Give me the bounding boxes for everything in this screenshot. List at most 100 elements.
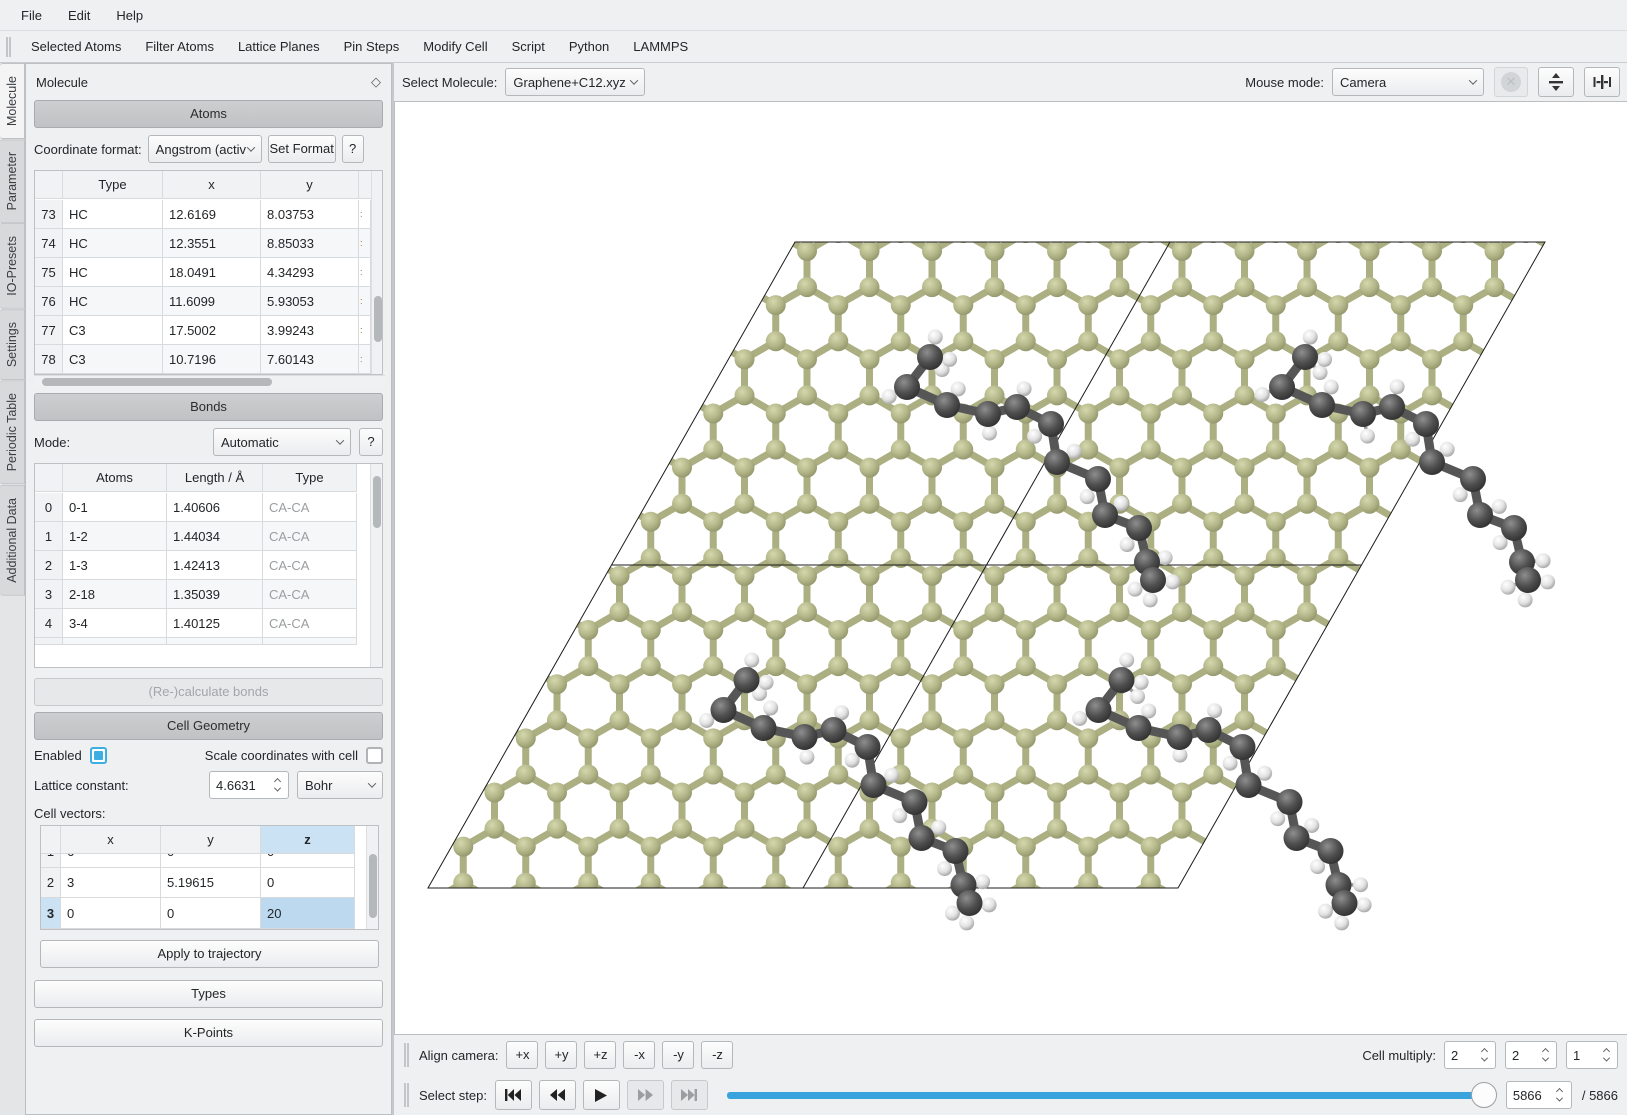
toolbar-modify-cell[interactable]: Modify Cell — [411, 33, 499, 60]
table-cell[interactable]: CA-CA — [263, 522, 357, 551]
panel-collapse-icon[interactable]: ◇ — [371, 74, 381, 90]
kpoints-button[interactable]: K-Points — [34, 1019, 383, 1047]
row-header[interactable]: 2 — [35, 551, 63, 580]
table-cell[interactable]: 0 — [261, 854, 355, 868]
table-cell[interactable]: 12.3551 — [163, 229, 261, 258]
toolbar-drag-handle[interactable] — [6, 37, 11, 57]
align-plus-y-button[interactable]: +y — [545, 1041, 577, 1069]
table-cell[interactable]: 17.5002 — [163, 316, 261, 345]
atoms-col-x[interactable]: x — [163, 171, 261, 199]
side-tab-parameter[interactable]: Parameter — [0, 139, 25, 223]
coordinate-format-dropdown[interactable]: Angstrom (activ — [148, 135, 262, 163]
table-cell[interactable]: 0 — [261, 868, 355, 898]
toolbar-filter-atoms[interactable]: Filter Atoms — [133, 33, 226, 60]
table-cell[interactable]: 1-2 — [63, 522, 167, 551]
cell-multiply-y-spinbox[interactable]: 2 — [1505, 1041, 1557, 1069]
toolbar-pin-steps[interactable]: Pin Steps — [332, 33, 412, 60]
table-cell[interactable]: 10.7196 — [163, 345, 261, 374]
table-cell[interactable]: 4.34293 — [261, 258, 359, 287]
row-header[interactable]: 74 — [35, 229, 63, 258]
table-cell[interactable]: 12.6169 — [163, 200, 261, 229]
toolbar-lattice-planes[interactable]: Lattice Planes — [226, 33, 332, 60]
menu-help[interactable]: Help — [103, 4, 156, 27]
lattice-constant-spinbox[interactable]: 4.6631 — [209, 771, 289, 799]
step-spinbox[interactable]: 5866 — [1506, 1081, 1572, 1109]
table-cell[interactable]: 1-3 — [63, 551, 167, 580]
table-cell[interactable]: 3.99243 — [261, 316, 359, 345]
row-header[interactable]: 1 — [41, 854, 61, 868]
table-cell[interactable]: C3 — [63, 345, 163, 374]
row-header[interactable]: 2 — [41, 868, 61, 898]
atoms-table-hscrollbar[interactable] — [34, 375, 385, 387]
row-header[interactable]: 73 — [35, 200, 63, 229]
vectors-col-y[interactable]: y — [161, 826, 261, 854]
toolbar-lammps[interactable]: LAMMPS — [621, 33, 700, 60]
align-plus-x-button[interactable]: +x — [506, 1041, 538, 1069]
table-cell[interactable]: 1.40606 — [167, 493, 263, 522]
table-cell[interactable]: 1.40125 — [167, 609, 263, 638]
table-cell[interactable]: C3 — [63, 316, 163, 345]
menu-edit[interactable]: Edit — [55, 4, 103, 27]
table-cell[interactable]: CA-CA — [263, 551, 357, 580]
table-cell[interactable]: 1.35039 — [167, 580, 263, 609]
table-cell[interactable]: CA-CA — [263, 609, 357, 638]
table-cell[interactable]: 1.44034 — [167, 522, 263, 551]
step-slider[interactable] — [727, 1092, 1484, 1099]
table-cell[interactable]: 3-4 — [63, 609, 167, 638]
molecule-3d-viewport[interactable] — [394, 101, 1627, 1035]
table-cell[interactable]: 0 — [161, 854, 261, 868]
bonds-col-atoms[interactable]: Atoms — [63, 464, 167, 492]
row-header[interactable]: 1 — [35, 522, 63, 551]
table-cell[interactable]: 0-1 — [63, 493, 167, 522]
table-cell[interactable]: 0 — [161, 898, 261, 929]
bonds-help-button[interactable]: ? — [359, 428, 383, 456]
apply-to-trajectory-button[interactable]: Apply to trajectory — [40, 940, 379, 968]
table-cell[interactable]: HC — [63, 200, 163, 229]
table-cell[interactable]: HC — [63, 287, 163, 316]
bond-mode-dropdown[interactable]: Automatic — [213, 428, 351, 456]
align-plus-z-button[interactable]: +z — [584, 1041, 616, 1069]
step-rewind-button[interactable] — [539, 1080, 576, 1110]
align-minus-y-button[interactable]: -y — [662, 1041, 694, 1069]
table-cell[interactable]: 8.85033 — [261, 229, 359, 258]
cell-multiply-x-spinbox[interactable]: 2 — [1444, 1041, 1496, 1069]
mouse-mode-dropdown[interactable]: Camera — [1332, 68, 1484, 96]
table-cell[interactable]: 3 — [61, 868, 161, 898]
table-cell[interactable]: HC — [63, 229, 163, 258]
table-cell[interactable]: 6 — [61, 854, 161, 868]
step-last-button[interactable] — [671, 1080, 708, 1110]
set-format-button[interactable]: Set Format — [268, 135, 336, 163]
row-header[interactable]: 76 — [35, 287, 63, 316]
split-view-vertical-button[interactable] — [1584, 67, 1620, 97]
table-cell[interactable]: 0 — [61, 898, 161, 929]
toolbar-selected-atoms[interactable]: Selected Atoms — [19, 33, 133, 60]
bonds-col-type[interactable]: Type — [263, 464, 357, 492]
recalculate-bonds-button[interactable]: (Re-)calculate bonds — [34, 678, 383, 706]
row-header[interactable]: 4 — [35, 609, 63, 638]
table-cell[interactable]: 7.60143 — [261, 345, 359, 374]
atoms-section-button[interactable]: Atoms — [34, 100, 383, 128]
types-button[interactable]: Types — [34, 980, 383, 1008]
cell-geometry-section-button[interactable]: Cell Geometry — [34, 712, 383, 740]
scale-coordinates-checkbox[interactable] — [366, 747, 383, 764]
select-molecule-dropdown[interactable]: Graphene+C12.xyz — [505, 68, 645, 96]
row-header[interactable]: 3 — [35, 580, 63, 609]
vectors-col-x[interactable]: x — [61, 826, 161, 854]
cell-multiply-z-spinbox[interactable]: 1 — [1566, 1041, 1618, 1069]
table-cell[interactable]: 5.19615 — [161, 868, 261, 898]
side-tab-settings[interactable]: Settings — [0, 309, 25, 380]
side-tab-molecule[interactable]: Molecule — [0, 63, 25, 139]
step-forward-button[interactable] — [627, 1080, 664, 1110]
toolbar-python[interactable]: Python — [557, 33, 621, 60]
table-cell[interactable]: 2-18 — [63, 580, 167, 609]
side-tab-io-presets[interactable]: IO-Presets — [0, 223, 25, 309]
atoms-col-type[interactable]: Type — [63, 171, 163, 199]
bonds-table-vscrollbar[interactable] — [370, 464, 382, 667]
step-play-button[interactable] — [583, 1080, 620, 1110]
clear-view-button[interactable]: ✕ — [1494, 67, 1528, 97]
vectors-col-z[interactable]: z — [261, 826, 355, 854]
row-header[interactable]: 77 — [35, 316, 63, 345]
toolbar-script[interactable]: Script — [500, 33, 557, 60]
step-first-button[interactable] — [495, 1080, 532, 1110]
bar-drag-handle[interactable] — [404, 1043, 409, 1067]
